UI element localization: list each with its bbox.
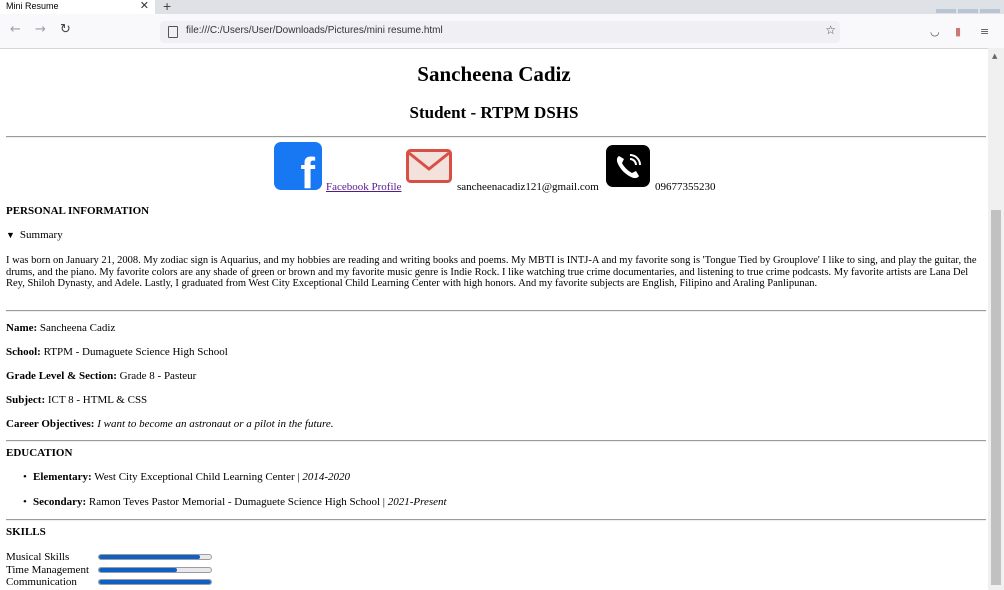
back-arrow-icon[interactable]: ← xyxy=(10,23,21,37)
field-value: Sancheena Cadiz xyxy=(39,322,116,334)
education-heading: EDUCATION xyxy=(6,447,73,459)
skill-progress-time-management xyxy=(98,567,212,573)
disclosure-triangle-icon: ▼ xyxy=(6,230,15,240)
education-school: West City Exceptional Child Learning Cen… xyxy=(94,471,295,483)
field-school: School: RTPM - Dumaguete Science High Sc… xyxy=(6,346,228,358)
browser-toolbar: ← → ↻ file:///C:/Users/User/Downloads/Pi… xyxy=(0,14,1004,49)
tab-close-icon[interactable]: ✕ xyxy=(140,0,149,12)
skill-label-communication: Communication xyxy=(6,576,77,588)
tab-bar: Mini Resume ✕ + xyxy=(0,0,1004,14)
address-bar[interactable]: file:///C:/Users/User/Downloads/Pictures… xyxy=(160,21,840,43)
field-label: Subject: xyxy=(6,394,46,406)
field-value: I want to become an astronaut or a pilot… xyxy=(97,418,334,430)
email-address: sancheenacadiz121@gmail.com xyxy=(457,181,599,193)
new-tab-button[interactable]: + xyxy=(163,0,171,14)
phone-icon xyxy=(606,145,650,187)
resume-name: Sancheena Cadiz xyxy=(417,62,571,86)
list-item: • Elementary: West City Exceptional Child… xyxy=(23,471,351,483)
bookmark-star-icon[interactable]: ☆ xyxy=(825,23,836,37)
skill-progress-communication xyxy=(98,579,212,585)
forward-arrow-icon[interactable]: → xyxy=(35,23,46,37)
field-label: Name: xyxy=(6,322,38,334)
progress-fill xyxy=(99,580,211,584)
field-name: Name: Sancheena Cadiz xyxy=(6,322,115,334)
mail-icon xyxy=(406,149,452,183)
summary-paragraph: I was born on January 21, 2008. My zodia… xyxy=(6,255,977,290)
skills-heading: SKILLS xyxy=(6,526,46,538)
address-url: file:///C:/Users/User/Downloads/Pictures… xyxy=(186,25,443,36)
facebook-icon[interactable]: f xyxy=(274,142,322,190)
phone-number: 09677355230 xyxy=(655,181,716,193)
browser-tab[interactable]: Mini Resume ✕ xyxy=(0,0,155,14)
facebook-profile-link[interactable]: Facebook Profile xyxy=(326,181,401,193)
field-label: Grade Level & Section: xyxy=(6,370,117,382)
tab-title: Mini Resume xyxy=(6,1,59,11)
divider xyxy=(6,440,986,442)
field-value: RTPM - Dumaguete Science High School xyxy=(43,346,228,358)
window-controls[interactable] xyxy=(934,0,1004,13)
divider xyxy=(6,310,986,312)
education-separator: | xyxy=(382,496,385,508)
skill-progress-musical xyxy=(98,554,212,560)
scroll-up-icon[interactable]: ▲ xyxy=(992,52,997,60)
progress-fill xyxy=(99,555,200,559)
summary-label: Summary xyxy=(19,229,63,241)
scrollbar-thumb[interactable] xyxy=(991,210,1001,585)
page-content: Sancheena Cadiz Student - RTPM DSHS f Fa… xyxy=(0,48,988,590)
divider xyxy=(6,136,986,138)
list-item: • Secondary: Ramon Teves Pastor Memorial … xyxy=(23,496,447,508)
progress-fill xyxy=(99,568,178,572)
skill-label-musical: Musical Skills xyxy=(6,551,70,563)
education-years: 2021-Present xyxy=(387,496,447,508)
field-career-objectives: Career Objectives: I want to become an a… xyxy=(6,418,334,430)
menu-icon[interactable]: ≡ xyxy=(980,25,989,38)
summary-toggle[interactable]: ▼ Summary xyxy=(6,229,63,241)
field-label: School: xyxy=(6,346,41,358)
field-value: Grade 8 - Pasteur xyxy=(119,370,197,382)
vertical-scrollbar[interactable]: ▲ xyxy=(988,48,1004,590)
extension-icon[interactable]: ▮ xyxy=(955,25,961,38)
education-years: 2014-2020 xyxy=(302,471,351,483)
field-grade-section: Grade Level & Section: Grade 8 - Pasteur xyxy=(6,370,196,382)
field-label: Career Objectives: xyxy=(6,418,95,430)
field-value: ICT 8 - HTML & CSS xyxy=(47,394,148,406)
pocket-icon[interactable]: ◡ xyxy=(930,25,940,38)
reload-icon[interactable]: ↻ xyxy=(60,23,71,37)
education-level: Secondary: xyxy=(33,496,87,508)
education-level: Elementary: xyxy=(33,471,92,483)
skill-label-time-management: Time Management xyxy=(6,564,89,576)
resume-subtitle: Student - RTPM DSHS xyxy=(409,103,579,122)
education-school: Ramon Teves Pastor Memorial - Dumaguete … xyxy=(88,496,380,508)
facebook-letter: f xyxy=(300,149,315,191)
personal-info-heading: PERSONAL INFORMATION xyxy=(6,205,150,217)
field-subject: Subject: ICT 8 - HTML & CSS xyxy=(6,394,147,406)
education-separator: | xyxy=(297,471,300,483)
divider xyxy=(6,519,986,521)
page-icon xyxy=(168,26,178,38)
